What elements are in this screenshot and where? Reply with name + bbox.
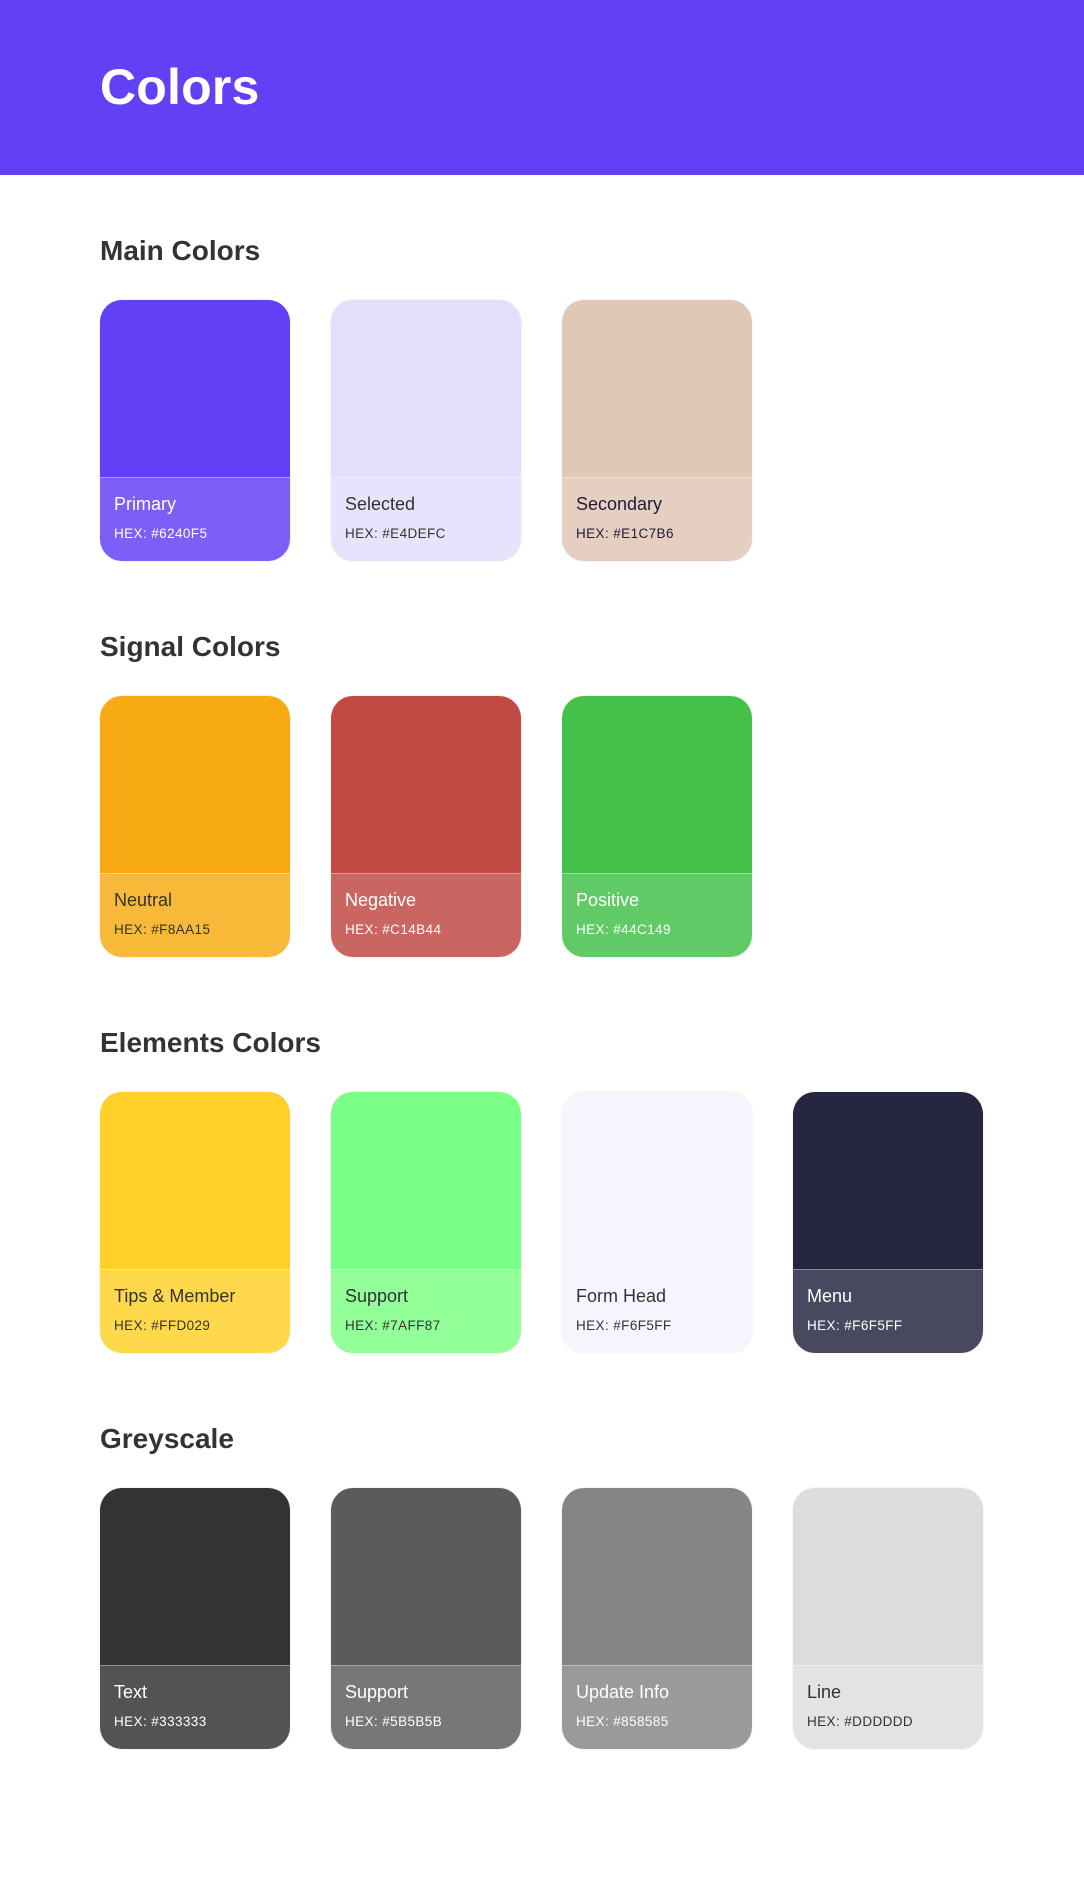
section-title: Elements Colors [100, 1027, 321, 1058]
color-info: Text HEX: #333333 [100, 1665, 290, 1749]
color-swatch [100, 300, 290, 477]
color-hex-label: HEX: #E4DEFC [345, 526, 446, 541]
color-hex-label: HEX: #5B5B5B [345, 1714, 443, 1729]
color-hex-label: HEX: #F8AA15 [114, 922, 211, 937]
color-name: Primary [114, 494, 176, 514]
color-info: Selected HEX: #E4DEFC [331, 477, 521, 561]
color-name: Selected [345, 494, 416, 514]
color-swatch [331, 696, 521, 873]
color-swatch [100, 696, 290, 873]
color-hex-label: HEX: #C14B44 [345, 922, 442, 937]
page-title: Colors [100, 59, 260, 115]
section-main-colors: Main Colors Primary HEX: #6240F5 Selected H… [100, 234, 752, 561]
color-info: Update Info HEX: #858585 [562, 1665, 752, 1749]
color-info: Tips & Member HEX: #FFD029 [100, 1269, 290, 1353]
color-name: Support [345, 1286, 409, 1306]
color-name: Line [807, 1682, 842, 1702]
color-card: Selected HEX: #E4DEFC [331, 300, 521, 561]
color-name: Support [345, 1682, 409, 1702]
color-card: Primary HEX: #6240F5 [100, 300, 290, 561]
color-info: Positive HEX: #44C149 [562, 873, 752, 957]
color-info: Support HEX: #7AFF87 [331, 1269, 521, 1353]
color-card: Positive HEX: #44C149 [562, 696, 752, 957]
color-name: Positive [576, 890, 640, 910]
color-card: Update Info HEX: #858585 [562, 1488, 752, 1749]
color-name: Tips & Member [114, 1286, 236, 1306]
section-title: Greyscale [100, 1423, 234, 1454]
color-name: Menu [807, 1286, 853, 1306]
color-card: Line HEX: #DDDDDD [793, 1488, 983, 1749]
color-info: Form Head HEX: #F6F5FF [562, 1269, 752, 1353]
color-hex-label: HEX: #F6F5FF [807, 1318, 903, 1333]
card-row: Tips & Member HEX: #FFD029 Support HEX: #7A… [100, 1092, 983, 1353]
card-row: Neutral HEX: #F8AA15 Negative HEX: #C14B44 P… [100, 696, 752, 957]
color-card: Text HEX: #333333 [100, 1488, 290, 1749]
color-hex-label: HEX: #7AFF87 [345, 1318, 441, 1333]
color-hex-label: HEX: #DDDDDD [807, 1714, 914, 1729]
section-title: Main Colors [100, 235, 261, 266]
color-swatch [331, 1092, 521, 1269]
color-swatch [562, 300, 752, 477]
color-name: Neutral [114, 890, 173, 910]
color-card: Neutral HEX: #F8AA15 [100, 696, 290, 957]
color-swatch [331, 300, 521, 477]
color-name: Update Info [576, 1682, 670, 1702]
color-hex-label: HEX: #333333 [114, 1714, 207, 1729]
color-name: Form Head [576, 1286, 667, 1306]
color-name: Secondary [576, 494, 663, 514]
color-name: Text [114, 1682, 148, 1702]
color-swatch [562, 696, 752, 873]
color-info: Primary HEX: #6240F5 [100, 477, 290, 561]
section-elements-colors: Elements Colors Tips & Member HEX: #FFD02… [100, 1026, 983, 1353]
color-hex-label: HEX: #FFD029 [114, 1318, 211, 1333]
color-card: Negative HEX: #C14B44 [331, 696, 521, 957]
color-name: Negative [345, 890, 417, 910]
color-hex-label: HEX: #F6F5FF [576, 1318, 672, 1333]
color-swatch [793, 1488, 983, 1665]
section-signal-colors: Signal Colors Neutral HEX: #F8AA15 Negativ… [100, 630, 752, 957]
color-info: Secondary HEX: #E1C7B6 [562, 477, 752, 561]
color-info: Menu HEX: #F6F5FF [793, 1269, 983, 1353]
color-swatch [562, 1488, 752, 1665]
section-title: Signal Colors [100, 631, 281, 662]
section-greyscale: Greyscale Text HEX: #333333 Support HEX: #5… [100, 1422, 983, 1749]
color-info: Negative HEX: #C14B44 [331, 873, 521, 957]
color-card: Support HEX: #7AFF87 [331, 1092, 521, 1353]
color-card: Secondary HEX: #E1C7B6 [562, 300, 752, 561]
color-info: Neutral HEX: #F8AA15 [100, 873, 290, 957]
color-hex-label: HEX: #6240F5 [114, 526, 208, 541]
color-info: Line HEX: #DDDDDD [793, 1665, 983, 1749]
color-hex-label: HEX: #E1C7B6 [576, 526, 674, 541]
color-card: Tips & Member HEX: #FFD029 [100, 1092, 290, 1353]
color-card: Form Head HEX: #F6F5FF [562, 1092, 752, 1353]
card-row: Text HEX: #333333 Support HEX: #5B5B5B Updat… [100, 1488, 983, 1749]
page-header: Colors [0, 0, 1084, 175]
color-card: Support HEX: #5B5B5B [331, 1488, 521, 1749]
color-hex-label: HEX: #44C149 [576, 922, 671, 937]
color-swatch [331, 1488, 521, 1665]
color-card: Menu HEX: #F6F5FF [793, 1092, 983, 1353]
color-swatch [100, 1488, 290, 1665]
color-swatch [793, 1092, 983, 1269]
color-swatch [100, 1092, 290, 1269]
color-hex-label: HEX: #858585 [576, 1714, 669, 1729]
color-swatch [562, 1092, 752, 1269]
color-info: Support HEX: #5B5B5B [331, 1665, 521, 1749]
card-row: Primary HEX: #6240F5 Selected HEX: #E4DEFC S… [100, 300, 752, 561]
